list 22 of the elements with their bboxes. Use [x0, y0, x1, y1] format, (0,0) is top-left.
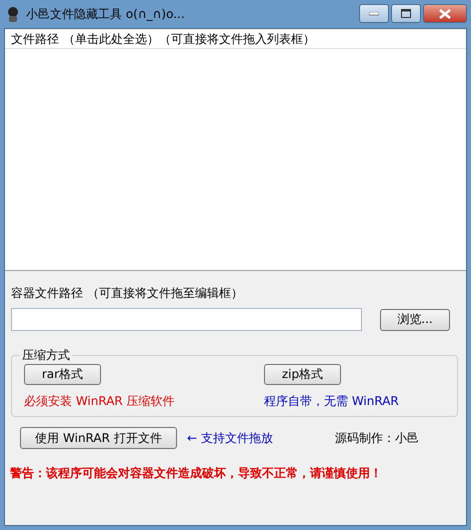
minimize-button[interactable] [359, 4, 389, 23]
close-icon [439, 8, 451, 18]
warning-text: 警告：该程序可能会对容器文件造成破坏，导致不正常，请谨慎使用！ [10, 465, 383, 482]
close-button[interactable] [423, 4, 467, 23]
file-list[interactable]: 文件路径 （单击此处全选）（可直接将文件拖入列表框） [5, 30, 466, 271]
avatar-icon [6, 6, 20, 22]
maximize-button[interactable] [391, 4, 421, 23]
minimize-icon [369, 12, 379, 16]
maximize-icon [401, 9, 411, 18]
container-path-label: 容器文件路径 （可直接将文件拖至编辑框） [11, 285, 244, 302]
window-title: 小邑文件隐藏工具 o(∩_∩)o... [26, 6, 185, 22]
format-button[interactable]: zip格式 [264, 364, 341, 385]
group-legend: 压缩方式 [20, 347, 72, 364]
format-note: 程序自带，无需 WinRAR [264, 393, 399, 410]
browse-button[interactable]: 浏览... [380, 308, 450, 330]
format-button[interactable]: rar格式 [24, 364, 101, 385]
open-button[interactable]: 使用 WinRAR 打开文件 [20, 427, 177, 449]
drag-hint: ← 支持文件拖放 [187, 430, 273, 446]
credit-text: 源码制作：小邑 [334, 430, 419, 446]
format-note: 必须安装 WinRAR 压缩软件 [24, 393, 175, 410]
container-path-field[interactable] [11, 308, 362, 331]
column-header[interactable]: 文件路径 （单击此处全选）（可直接将文件拖入列表框） [5, 30, 466, 49]
